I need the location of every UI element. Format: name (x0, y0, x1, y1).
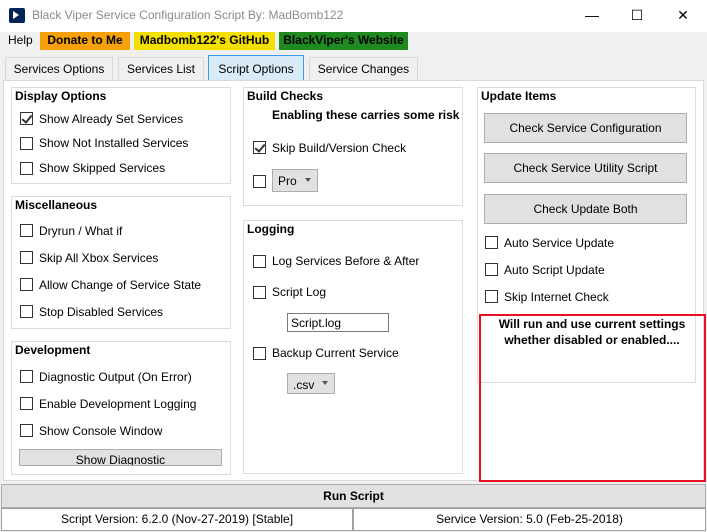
skip-internet-check-label: Skip Internet Check (504, 290, 609, 304)
menu-help[interactable]: Help (4, 32, 37, 50)
update-items-title: Update Items (481, 89, 557, 103)
skip-build-label: Skip Build/Version Check (272, 141, 407, 155)
chevron-down-icon (322, 381, 328, 385)
auto-service-update-label: Auto Service Update (504, 236, 615, 250)
dev-logging-label: Enable Development Logging (39, 397, 197, 411)
console-window-checkbox[interactable] (20, 424, 33, 437)
service-version-status: Service Version: 5.0 (Feb-25-2018) (353, 508, 706, 531)
dev-logging-checkbox[interactable] (20, 397, 33, 410)
logging-title: Logging (247, 222, 295, 236)
diagnostic-output-label: Diagnostic Output (On Error) (39, 370, 192, 384)
edition-value: Pro (278, 174, 297, 188)
tab-services-list[interactable]: Services List (118, 57, 204, 80)
menu-donate[interactable]: Donate to Me (40, 32, 130, 50)
show-skipped-checkbox[interactable] (20, 162, 33, 175)
skip-xbox-label: Skip All Xbox Services (39, 251, 159, 265)
stop-disabled-label: Stop Disabled Services (39, 305, 164, 319)
show-already-set-label: Show Already Set Services (39, 112, 184, 126)
display-options-title: Display Options (15, 89, 107, 103)
show-not-installed-checkbox[interactable] (20, 137, 33, 150)
chevron-down-icon (305, 178, 311, 182)
skip-internet-check-checkbox[interactable] (485, 290, 498, 303)
script-version-status: Script Version: 6.2.0 (Nov-27-2019) [Sta… (1, 508, 353, 531)
minimize-button[interactable]: — (569, 0, 615, 31)
development-title: Development (15, 343, 91, 357)
menu-bar: Help Donate to Me Madbomb122's GitHub Bl… (0, 32, 707, 50)
show-skipped-label: Show Skipped Services (39, 161, 166, 175)
update-note-line1: Will run and use current settings (498, 317, 686, 331)
edition-checkbox[interactable] (253, 175, 266, 188)
diagnostic-output-checkbox[interactable] (20, 370, 33, 383)
menu-blackviper-website[interactable]: BlackViper's Website (279, 32, 408, 50)
script-log-checkbox[interactable] (253, 286, 266, 299)
check-service-configuration-button[interactable]: Check Service Configuration (484, 113, 687, 143)
auto-service-update-checkbox[interactable] (485, 236, 498, 249)
edition-dropdown[interactable]: Pro (272, 169, 318, 192)
build-checks-warning: Enabling these carries some risk (272, 108, 460, 122)
run-script-button[interactable]: Run Script (1, 484, 706, 508)
allow-change-state-label: Allow Change of Service State (39, 278, 202, 292)
backup-service-label: Backup Current Service (272, 346, 399, 360)
log-services-checkbox[interactable] (253, 255, 266, 268)
tab-script-options[interactable]: Script Options (208, 55, 304, 80)
close-button[interactable]: ✕ (660, 0, 706, 31)
menu-github[interactable]: Madbomb122's GitHub (134, 32, 275, 50)
backup-format-value: .csv (293, 378, 315, 392)
powershell-icon (9, 8, 25, 23)
dryrun-label: Dryrun / What if (39, 224, 123, 238)
skip-build-checkbox[interactable] (253, 141, 266, 154)
dryrun-checkbox[interactable] (20, 224, 33, 237)
title-bar[interactable]: Black Viper Service Configuration Script… (0, 0, 707, 32)
script-log-filename-input[interactable]: Script.log (287, 313, 389, 332)
tab-service-changes[interactable]: Service Changes (309, 57, 418, 80)
maximize-button[interactable]: ☐ (614, 0, 660, 31)
show-not-installed-label: Show Not Installed Services (39, 136, 189, 150)
auto-script-update-checkbox[interactable] (485, 263, 498, 276)
check-update-both-button[interactable]: Check Update Both (484, 194, 687, 224)
update-note-line2: whether disabled or enabled.... (504, 333, 680, 347)
backup-service-checkbox[interactable] (253, 347, 266, 360)
stop-disabled-checkbox[interactable] (20, 305, 33, 318)
show-already-set-checkbox[interactable] (20, 112, 33, 125)
skip-xbox-checkbox[interactable] (20, 251, 33, 264)
backup-format-dropdown[interactable]: .csv (287, 373, 335, 394)
script-log-label: Script Log (272, 285, 327, 299)
window-title: Black Viper Service Configuration Script… (32, 8, 344, 22)
auto-script-update-label: Auto Script Update (504, 263, 605, 277)
show-diagnostic-button[interactable]: Show Diagnostic (19, 449, 222, 466)
check-service-utility-script-button[interactable]: Check Service Utility Script (484, 153, 687, 183)
log-services-label: Log Services Before & After (272, 254, 420, 268)
allow-change-state-checkbox[interactable] (20, 278, 33, 291)
tab-services-options[interactable]: Services Options (5, 57, 113, 80)
miscellaneous-title: Miscellaneous (15, 198, 98, 212)
build-checks-title: Build Checks (247, 89, 324, 103)
console-window-label: Show Console Window (39, 424, 163, 438)
